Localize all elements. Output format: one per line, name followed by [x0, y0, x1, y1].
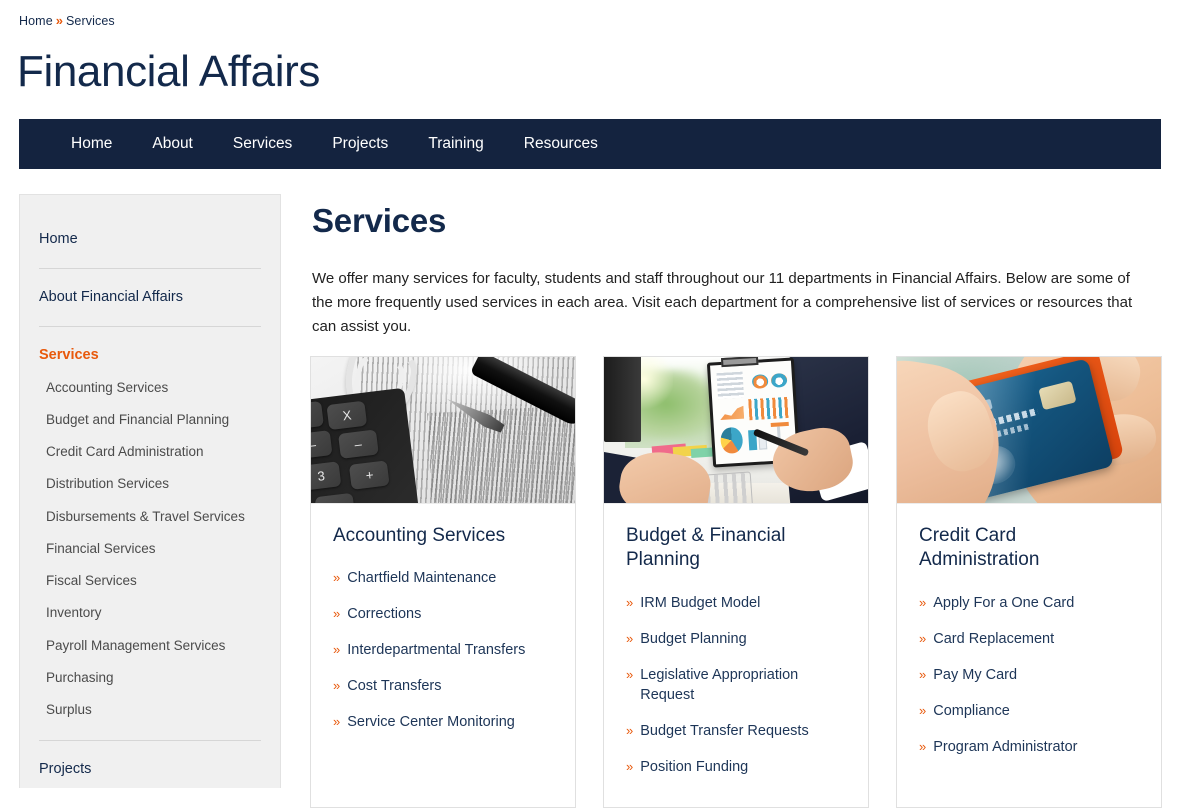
- list-item: » Cost Transfers: [333, 676, 553, 696]
- sidebar-item-about-financial-affairs[interactable]: About Financial Affairs: [39, 269, 261, 326]
- breadcrumb-chevron-icon: »: [55, 13, 63, 28]
- nav-item-projects[interactable]: Projects: [312, 119, 408, 169]
- list-item: » Program Administrator: [919, 737, 1139, 757]
- card-link-list: » Chartfield Maintenance » Corrections » In…: [333, 568, 553, 732]
- card-link[interactable]: Program Administrator: [933, 737, 1077, 757]
- card-link[interactable]: Apply For a One Card: [933, 593, 1074, 613]
- sidebar-item-projects[interactable]: Projects: [39, 741, 261, 788]
- chevron-right-icon: »: [919, 630, 927, 646]
- sidebar-subitem-credit-card-administration[interactable]: Credit Card Administration: [39, 436, 261, 468]
- card-link[interactable]: Interdepartmental Transfers: [347, 640, 525, 660]
- breadcrumb-home-link[interactable]: Home: [19, 14, 53, 28]
- sidebar-subitem-purchasing[interactable]: Purchasing: [39, 662, 261, 694]
- list-item: » Pay My Card: [919, 665, 1139, 685]
- primary-navigation: Home About Services Projects Training Re…: [19, 119, 1161, 169]
- card-link[interactable]: Legislative Appropriation Request: [640, 665, 846, 705]
- chevron-right-icon: »: [919, 594, 927, 610]
- nav-item-about[interactable]: About: [132, 119, 213, 169]
- service-card-credit-card-administration: Credit Card Administration » Apply For a …: [896, 356, 1162, 808]
- card-link[interactable]: Service Center Monitoring: [347, 712, 515, 732]
- chevron-right-icon: »: [919, 666, 927, 682]
- list-item: » Legislative Appropriation Request: [626, 665, 846, 705]
- page-title: Services: [312, 202, 447, 239]
- chevron-right-icon: »: [626, 722, 634, 738]
- list-item: » Corrections: [333, 604, 553, 624]
- card-link[interactable]: Budget Transfer Requests: [640, 721, 808, 741]
- card-link[interactable]: Budget Planning: [640, 629, 746, 649]
- nav-item-services[interactable]: Services: [213, 119, 312, 169]
- sidebar-navigation: Home About Financial Affairs Services Ac…: [19, 194, 281, 788]
- list-item: » Card Replacement: [919, 629, 1139, 649]
- chevron-right-icon: »: [919, 702, 927, 718]
- chevron-right-icon: »: [626, 594, 634, 610]
- site-title: Financial Affairs: [17, 47, 320, 96]
- card-link[interactable]: Cost Transfers: [347, 676, 441, 696]
- sidebar-subitem-surplus[interactable]: Surplus: [39, 694, 261, 726]
- chevron-right-icon: »: [333, 678, 341, 694]
- service-cards: ÷ X – – 3 + Accounting Services » Chartfi…: [310, 356, 1190, 808]
- breadcrumb: Home» Services: [19, 13, 115, 28]
- list-item: » Apply For a One Card: [919, 593, 1139, 613]
- list-item: » Chartfield Maintenance: [333, 568, 553, 588]
- breadcrumb-current: Services: [65, 14, 115, 28]
- list-item: » Position Funding: [626, 757, 846, 777]
- nav-item-resources[interactable]: Resources: [504, 119, 618, 169]
- sidebar-subitem-distribution-services[interactable]: Distribution Services: [39, 468, 261, 500]
- calculator-pen-paperclip-photo: ÷ X – – 3 +: [311, 357, 575, 504]
- credit-card-in-hands-photo: [897, 357, 1161, 504]
- list-item: » Compliance: [919, 701, 1139, 721]
- sidebar-item-home[interactable]: Home: [39, 195, 261, 268]
- card-title: Accounting Services: [333, 525, 506, 546]
- card-link[interactable]: Card Replacement: [933, 629, 1054, 649]
- chevron-right-icon: »: [626, 758, 634, 774]
- list-item: » Service Center Monitoring: [333, 712, 553, 732]
- intro-paragraph: We offer many services for faculty, stud…: [312, 270, 1133, 335]
- card-title: Credit Card Administration: [919, 525, 1040, 571]
- chevron-right-icon: »: [626, 666, 634, 682]
- list-item: » IRM Budget Model: [626, 593, 846, 613]
- chevron-right-icon: »: [626, 630, 634, 646]
- business-meeting-charts-photo: [604, 357, 868, 504]
- sidebar-subitem-inventory[interactable]: Inventory: [39, 597, 261, 629]
- card-link[interactable]: Pay My Card: [933, 665, 1017, 685]
- card-link[interactable]: Position Funding: [640, 757, 748, 777]
- list-item: » Interdepartmental Transfers: [333, 640, 553, 660]
- card-link[interactable]: Compliance: [933, 701, 1010, 721]
- sidebar-subitem-list: Accounting Services Budget and Financial…: [39, 372, 261, 740]
- sidebar-subitem-fiscal-services[interactable]: Fiscal Services: [39, 565, 261, 597]
- chevron-right-icon: »: [919, 738, 927, 754]
- chevron-right-icon: »: [333, 570, 341, 586]
- sidebar-item-services[interactable]: Services: [39, 327, 261, 372]
- sidebar-subitem-disbursements-travel-services[interactable]: Disbursements & Travel Services: [39, 501, 261, 533]
- chevron-right-icon: »: [333, 714, 341, 730]
- sidebar-subitem-payroll-management-services[interactable]: Payroll Management Services: [39, 630, 261, 662]
- list-item: » Budget Planning: [626, 629, 846, 649]
- list-item: » Budget Transfer Requests: [626, 721, 846, 741]
- card-title: Budget & Financial Planning: [626, 525, 786, 571]
- card-link-list: » Apply For a One Card » Card Replacement …: [919, 593, 1139, 757]
- card-link-list: » IRM Budget Model » Budget Planning » Legi…: [626, 593, 846, 777]
- nav-item-training[interactable]: Training: [408, 119, 503, 169]
- card-link[interactable]: Corrections: [347, 604, 421, 624]
- chevron-right-icon: »: [333, 642, 341, 658]
- service-card-accounting-services: ÷ X – – 3 + Accounting Services » Chartfi…: [310, 356, 576, 808]
- sidebar-subitem-financial-services[interactable]: Financial Services: [39, 533, 261, 565]
- service-card-budget-financial-planning: Budget & Financial Planning » IRM Budget …: [603, 356, 869, 808]
- main-content: Services We offer many services for facu…: [310, 194, 1182, 339]
- chevron-right-icon: »: [333, 606, 341, 622]
- card-link[interactable]: Chartfield Maintenance: [347, 568, 496, 588]
- nav-item-home[interactable]: Home: [51, 119, 132, 169]
- sidebar-subitem-accounting-services[interactable]: Accounting Services: [39, 372, 261, 404]
- sidebar-subitem-budget-and-financial-planning[interactable]: Budget and Financial Planning: [39, 404, 261, 436]
- card-link[interactable]: IRM Budget Model: [640, 593, 760, 613]
